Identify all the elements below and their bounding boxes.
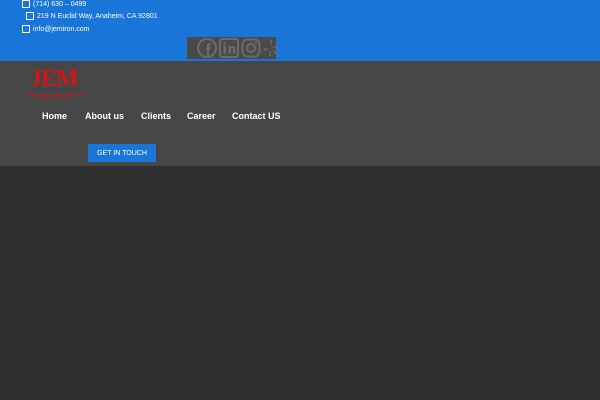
nav-home[interactable]: Home [42, 111, 67, 121]
email-icon [22, 25, 30, 33]
page-content-area [0, 166, 600, 400]
email-contact[interactable]: info@jemiron.com [22, 25, 90, 33]
logo-subtext: Industrial Iron, Inc. [36, 95, 71, 100]
location-icon [26, 12, 34, 20]
address-contact[interactable]: 219 N Euclid Way, Anaheim, CA 92801 [26, 12, 158, 20]
facebook-icon[interactable] [197, 38, 217, 58]
phone-text: (714) 630 – 0499 [33, 0, 87, 8]
company-logo[interactable]: JEM Industrial Iron, Inc. [26, 66, 86, 100]
site-header: JEM Industrial Iron, Inc. Home About us … [0, 61, 600, 166]
email-text: info@jemiron.com [33, 25, 90, 33]
nav-contact-us[interactable]: Contact US [232, 111, 281, 121]
top-contact-bar: (714) 630 – 0499 219 N Euclid Way, Anahe… [0, 0, 600, 61]
phone-contact[interactable]: (714) 630 – 0499 [22, 0, 86, 8]
get-in-touch-button[interactable]: GET IN TOUCH [88, 144, 156, 162]
instagram-icon[interactable] [241, 38, 261, 58]
social-links [187, 37, 279, 59]
linkedin-icon[interactable] [219, 38, 239, 58]
phone-icon [22, 0, 30, 8]
nav-career[interactable]: Career [187, 111, 216, 121]
nav-clients[interactable]: Clients [141, 111, 171, 121]
yelp-icon[interactable] [263, 38, 279, 58]
address-text: 219 N Euclid Way, Anaheim, CA 92801 [37, 12, 158, 20]
logo-text: JEM [30, 66, 79, 92]
nav-about-us[interactable]: About us [85, 111, 124, 121]
